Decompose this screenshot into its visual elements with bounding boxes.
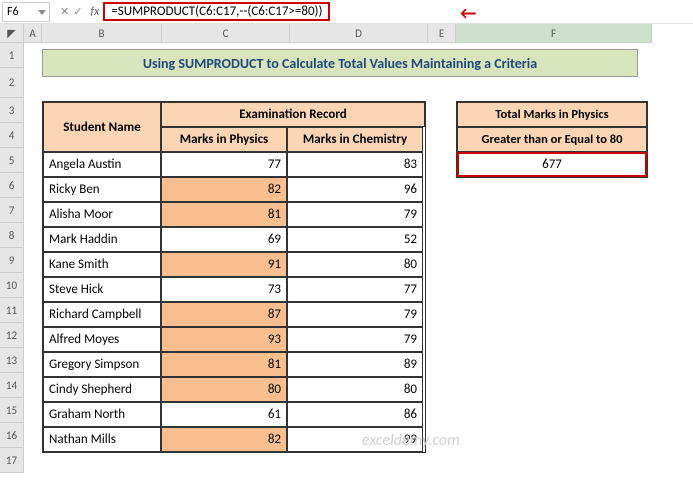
table-row[interactable]: Richard Campbell8779 (43, 302, 425, 327)
student-name-cell[interactable]: Alfred Moyes (43, 327, 161, 352)
fx-icon[interactable]: fx (90, 5, 99, 19)
result-label-2: Greater than or Equal to 80 (457, 127, 647, 152)
row-header[interactable]: 9 (0, 248, 24, 273)
table-row[interactable]: Angela Austin7783 (43, 152, 425, 177)
table-row[interactable]: Ricky Ben8296 (43, 177, 425, 202)
col-header[interactable]: D (290, 24, 428, 43)
select-all-corner[interactable]: ◤ (0, 24, 24, 43)
student-name-cell[interactable]: Gregory Simpson (43, 352, 161, 377)
row-header[interactable]: 17 (0, 448, 24, 473)
student-name-cell[interactable]: Ricky Ben (43, 177, 161, 202)
col-header[interactable]: F (456, 24, 652, 43)
student-name-cell[interactable]: Alisha Moor (43, 202, 161, 227)
data-table: Student Name Examination Record Marks in… (42, 101, 426, 453)
header-physics: Marks in Physics (161, 127, 287, 152)
chemistry-cell[interactable]: 80 (287, 252, 423, 277)
result-value[interactable]: 677 (457, 152, 647, 177)
chemistry-cell[interactable]: 79 (287, 202, 423, 227)
chemistry-cell[interactable]: 80 (287, 377, 423, 402)
physics-cell[interactable]: 73 (161, 277, 287, 302)
row-headers: ◤ 1 2 3 4 5 6 7 8 9 10 11 12 13 14 15 16… (0, 24, 24, 473)
chemistry-cell[interactable]: 79 (287, 302, 423, 327)
header-exam-record: Examination Record (161, 102, 425, 127)
formula-bar-area: F6 ✕ ✓ fx =SUMPRODUCT(C6:C17,--(C6:C17>=… (0, 0, 693, 24)
row-header[interactable]: 11 (0, 298, 24, 323)
chemistry-cell[interactable]: 77 (287, 277, 423, 302)
table-row[interactable]: Cindy Shepherd8080 (43, 377, 425, 402)
col-header[interactable]: A (24, 24, 42, 43)
table-row[interactable]: Kane Smith9180 (43, 252, 425, 277)
table-body: Angela Austin7783Ricky Ben8296Alisha Moo… (43, 152, 425, 452)
row-header[interactable]: 14 (0, 373, 24, 398)
student-name-cell[interactable]: Mark Haddin (43, 227, 161, 252)
row-header[interactable]: 6 (0, 173, 24, 198)
chemistry-cell[interactable]: 89 (287, 352, 423, 377)
table-row[interactable]: Mark Haddin6952 (43, 227, 425, 252)
header-chemistry: Marks in Chemistry (287, 127, 423, 152)
student-name-cell[interactable]: Cindy Shepherd (43, 377, 161, 402)
header-student-name: Student Name (43, 102, 161, 152)
table-row[interactable]: Alisha Moor8179 (43, 202, 425, 227)
result-box: Total Marks in Physics Greater than or E… (456, 101, 648, 178)
student-name-cell[interactable]: Angela Austin (43, 152, 161, 177)
col-header[interactable]: E (428, 24, 456, 43)
row-header[interactable]: 7 (0, 198, 24, 223)
page-title: Using SUMPRODUCT to Calculate Total Valu… (42, 49, 638, 77)
physics-cell[interactable]: 82 (161, 177, 287, 202)
chemistry-cell[interactable]: 96 (287, 177, 423, 202)
physics-cell[interactable]: 87 (161, 302, 287, 327)
formula-input[interactable]: =SUMPRODUCT(C6:C17,--(C6:C17>=80)) (103, 2, 330, 21)
row-header[interactable]: 16 (0, 423, 24, 448)
table-row[interactable]: Graham North6186 (43, 402, 425, 427)
col-header[interactable]: B (42, 24, 162, 43)
name-box[interactable]: F6 (2, 2, 50, 22)
column-headers: A B C D E F (24, 24, 693, 43)
student-name-cell[interactable]: Kane Smith (43, 252, 161, 277)
grid-body: A B C D E F Using SUMPRODUCT to Calculat… (24, 24, 693, 473)
physics-cell[interactable]: 77 (161, 152, 287, 177)
row-header[interactable]: 4 (0, 123, 24, 148)
table-row[interactable]: Nathan Mills8299 (43, 427, 425, 452)
row-header[interactable]: 12 (0, 323, 24, 348)
row-header[interactable]: 13 (0, 348, 24, 373)
spreadsheet-grid: ◤ 1 2 3 4 5 6 7 8 9 10 11 12 13 14 15 16… (0, 24, 693, 473)
annotation-arrow-icon: ← (460, 2, 476, 24)
physics-cell[interactable]: 61 (161, 402, 287, 427)
physics-cell[interactable]: 93 (161, 327, 287, 352)
chemistry-cell[interactable]: 86 (287, 402, 423, 427)
physics-cell[interactable]: 82 (161, 427, 287, 452)
cancel-icon[interactable]: ✕ (60, 5, 69, 18)
row-header[interactable]: 15 (0, 398, 24, 423)
student-name-cell[interactable]: Richard Campbell (43, 302, 161, 327)
row-header[interactable]: 10 (0, 273, 24, 298)
row-header[interactable]: 1 (0, 43, 24, 68)
row-header[interactable]: 8 (0, 223, 24, 248)
row-header[interactable]: 5 (0, 148, 24, 173)
physics-cell[interactable]: 81 (161, 202, 287, 227)
physics-cell[interactable]: 80 (161, 377, 287, 402)
table-row[interactable]: Steve Hick7377 (43, 277, 425, 302)
student-name-cell[interactable]: Graham North (43, 402, 161, 427)
student-name-cell[interactable]: Nathan Mills (43, 427, 161, 452)
row-header[interactable]: 2 (0, 68, 24, 98)
physics-cell[interactable]: 69 (161, 227, 287, 252)
chemistry-cell[interactable]: 52 (287, 227, 423, 252)
col-header[interactable]: C (162, 24, 290, 43)
row-header[interactable]: 3 (0, 98, 24, 123)
table-row[interactable]: Alfred Moyes9379 (43, 327, 425, 352)
table-row[interactable]: Gregory Simpson8189 (43, 352, 425, 377)
physics-cell[interactable]: 91 (161, 252, 287, 277)
cells-area[interactable]: Using SUMPRODUCT to Calculate Total Valu… (24, 43, 693, 473)
chemistry-cell[interactable]: 79 (287, 327, 423, 352)
chemistry-cell[interactable]: 83 (287, 152, 423, 177)
result-label-1: Total Marks in Physics (457, 102, 647, 127)
fx-area: ✕ ✓ fx =SUMPRODUCT(C6:C17,--(C6:C17>=80)… (58, 2, 330, 21)
chemistry-cell[interactable]: 99 (287, 427, 423, 452)
physics-cell[interactable]: 81 (161, 352, 287, 377)
confirm-icon[interactable]: ✓ (73, 5, 82, 18)
student-name-cell[interactable]: Steve Hick (43, 277, 161, 302)
